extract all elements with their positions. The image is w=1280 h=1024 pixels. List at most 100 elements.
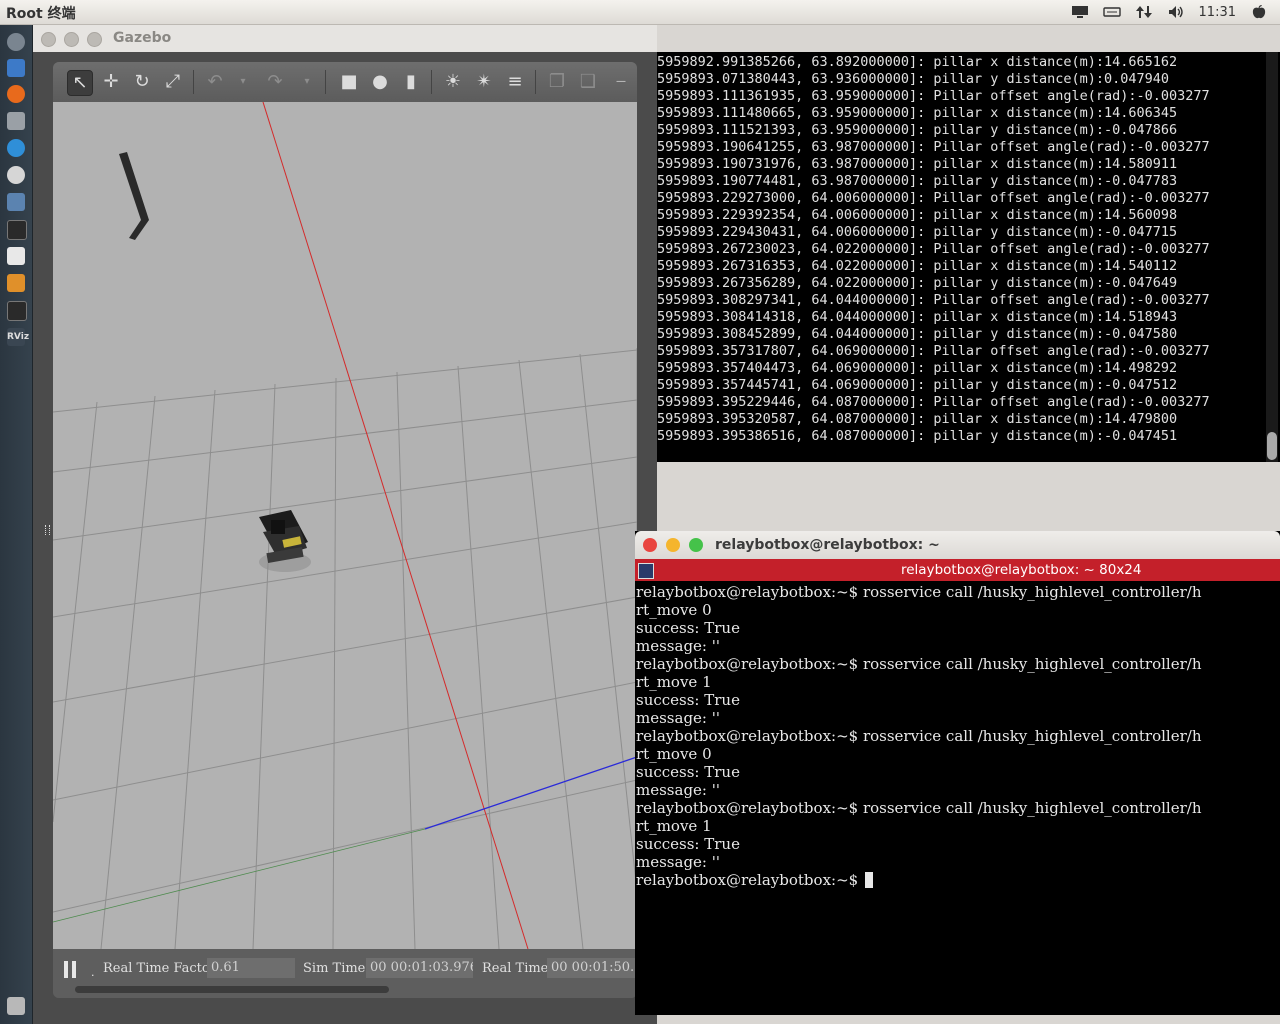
minimize-button[interactable] [64,32,79,47]
log-line: 5959893.229392354, 64.006000000]: pillar… [657,207,1178,223]
log-line: 5959893.267230023, 64.022000000]: Pillar… [657,241,1210,257]
undo-icon[interactable]: ↶ [203,70,227,94]
gear-icon[interactable] [7,166,25,184]
volume-icon[interactable] [1167,5,1185,19]
log-line: 5959893.111480665, 63.959000000]: pillar… [657,105,1178,121]
gazebo-toolbar: ↖ ✛ ↻ ⤢ ↶ ▾ ↷ ▾ ■ ● ▮ ☀ ✴ ≡ ❐ ❑ — [53,62,637,102]
maximize-button[interactable] [87,32,102,47]
terminal-line: success: True [636,835,740,853]
dash-icon[interactable] [7,33,25,51]
copy-icon[interactable]: ❐ [545,70,569,94]
cylinder-icon[interactable]: ▮ [399,70,423,94]
scale-icon[interactable]: ⤢ [161,70,185,94]
log-line: 5959893.229430431, 64.006000000]: pillar… [657,224,1178,240]
terminal-line: message: '' [636,709,720,727]
log-line: 5959893.308297341, 64.044000000]: Pillar… [657,292,1210,308]
terminal-tab[interactable]: relaybotbox@relaybotbox: ~ 80x24 [635,559,1280,581]
log-line: 5959893.190774481, 63.987000000]: pillar… [657,173,1178,189]
log-line: 5959893.071380443, 63.936000000]: pillar… [657,71,1170,87]
trash-icon[interactable] [7,997,25,1015]
box-icon[interactable]: ■ [337,70,361,94]
sphere-icon[interactable]: ● [368,70,392,94]
monitor-icon[interactable] [7,193,25,211]
select-icon[interactable]: ↖ [67,70,93,96]
browser-icon[interactable] [7,139,25,157]
paste-icon[interactable]: ❑ [576,70,600,94]
real-time-value: 00 00:01:50.30 [547,958,637,978]
translate-icon[interactable]: ✛ [99,70,123,94]
point-light-icon[interactable]: ☀ [441,70,465,94]
prompt-line[interactable]: relaybotbox@relaybotbox:~$ [636,871,1280,889]
log-output: 5959892.991385266, 63.892000000]: pillar… [657,54,1210,445]
more-icon[interactable]: — [609,70,633,94]
terminal-output[interactable]: relaybotbox@relaybotbox:~$ rosservice ca… [636,583,1280,1013]
terminal-line: success: True [636,763,740,781]
settings-icon[interactable] [7,112,25,130]
toolbar-separator [535,70,536,94]
step-indicator: . [91,966,95,979]
real-time-factor-label: Real Time Factor: [103,961,221,976]
rotate-icon[interactable]: ↻ [130,70,154,94]
terminal-window: relaybotbox@relaybotbox: ~ relaybotbox@r… [635,531,1280,1015]
network-icon[interactable] [1071,5,1089,19]
log-line: 5959893.308414318, 64.044000000]: pillar… [657,309,1178,325]
real-time-label: Real Time: [482,961,553,976]
terminal-line: relaybotbox@relaybotbox:~$ rosservice ca… [636,655,1202,673]
close-button[interactable] [643,538,657,552]
log-line: 5959893.267356289, 64.022000000]: pillar… [657,275,1178,291]
toolbar-separator [193,70,194,94]
terminal-line: relaybotbox@relaybotbox:~$ rosservice ca… [636,727,1202,745]
undo-dropdown-icon[interactable]: ▾ [231,70,255,94]
redo-icon[interactable]: ↷ [263,70,287,94]
terminal-line: message: '' [636,637,720,655]
gazebo-titlebar[interactable]: Gazebo [33,25,657,52]
terminal-icon[interactable] [7,220,27,240]
terminal-line: success: True [636,619,740,637]
clock[interactable]: 11:31 [1199,5,1236,20]
layers-icon[interactable] [7,274,25,292]
log-line: 5959893.229273000, 64.006000000]: Pillar… [657,190,1210,206]
sim-time-label: Sim Time: [303,961,370,976]
log-line: 5959893.357317807, 64.069000000]: Pillar… [657,343,1210,359]
scene-render[interactable] [53,102,637,949]
window-title: relaybotbox@relaybotbox: ~ [715,537,940,553]
transfer-icon[interactable] [1135,5,1153,19]
terminal-line: message: '' [636,781,720,799]
spot-light-icon[interactable]: ✴ [472,70,496,94]
terminal-line: rt_move 1 [636,817,712,835]
terminal-titlebar[interactable]: relaybotbox@relaybotbox: ~ [635,531,1280,559]
toolbar-separator [325,70,326,94]
terminal-line: success: True [636,691,740,709]
directional-light-icon[interactable]: ≡ [503,70,527,94]
scene-viewport[interactable] [53,102,637,949]
terminal-icon[interactable] [7,301,27,321]
vertical-scrollbar-track[interactable] [1266,52,1278,462]
vertical-scrollbar-thumb[interactable] [1267,432,1277,460]
apple-icon[interactable] [1250,5,1268,19]
files-icon[interactable] [7,59,25,77]
pause-button[interactable] [64,961,68,978]
gazebo-statusbar: . Real Time Factor: 0.61 Sim Time: 00 00… [53,949,637,998]
side-handle[interactable] [45,525,50,535]
log-line: 5959893.357404473, 64.069000000]: pillar… [657,360,1178,376]
log-line: 5959893.190641255, 63.987000000]: Pillar… [657,139,1210,155]
log-line: 5959892.991385266, 63.892000000]: pillar… [657,54,1178,70]
keyboard-icon[interactable] [1102,5,1121,19]
close-button[interactable] [41,32,56,47]
redo-dropdown-icon[interactable]: ▾ [295,70,319,94]
firefox-icon[interactable] [7,85,25,103]
log-terminal[interactable]: 5959892.991385266, 63.892000000]: pillar… [657,52,1280,462]
maximize-button[interactable] [689,538,703,552]
sim-time-value: 00 00:01:03.976 [366,958,473,978]
rviz-icon[interactable]: RViz [7,328,29,346]
toolbar-separator [431,70,432,94]
gazebo-window: Gazebo ↖ ✛ ↻ ⤢ ↶ ▾ ↷ ▾ ■ ● ▮ ☀ ✴ ≡ ❐ ❑ — [33,25,657,1024]
gazebo-main: ↖ ✛ ↻ ⤢ ↶ ▾ ↷ ▾ ■ ● ▮ ☀ ✴ ≡ ❐ ❑ — . Real… [53,62,637,998]
terminal-line: rt_move 0 [636,745,712,763]
document-icon[interactable] [7,247,25,265]
top-panel: Root 终端 11:31 [0,0,1280,25]
horizontal-scrollbar[interactable] [75,986,389,993]
log-line: 5959893.395386516, 64.087000000]: pillar… [657,428,1178,444]
log-line: 5959893.308452899, 64.044000000]: pillar… [657,326,1178,342]
minimize-button[interactable] [666,538,680,552]
